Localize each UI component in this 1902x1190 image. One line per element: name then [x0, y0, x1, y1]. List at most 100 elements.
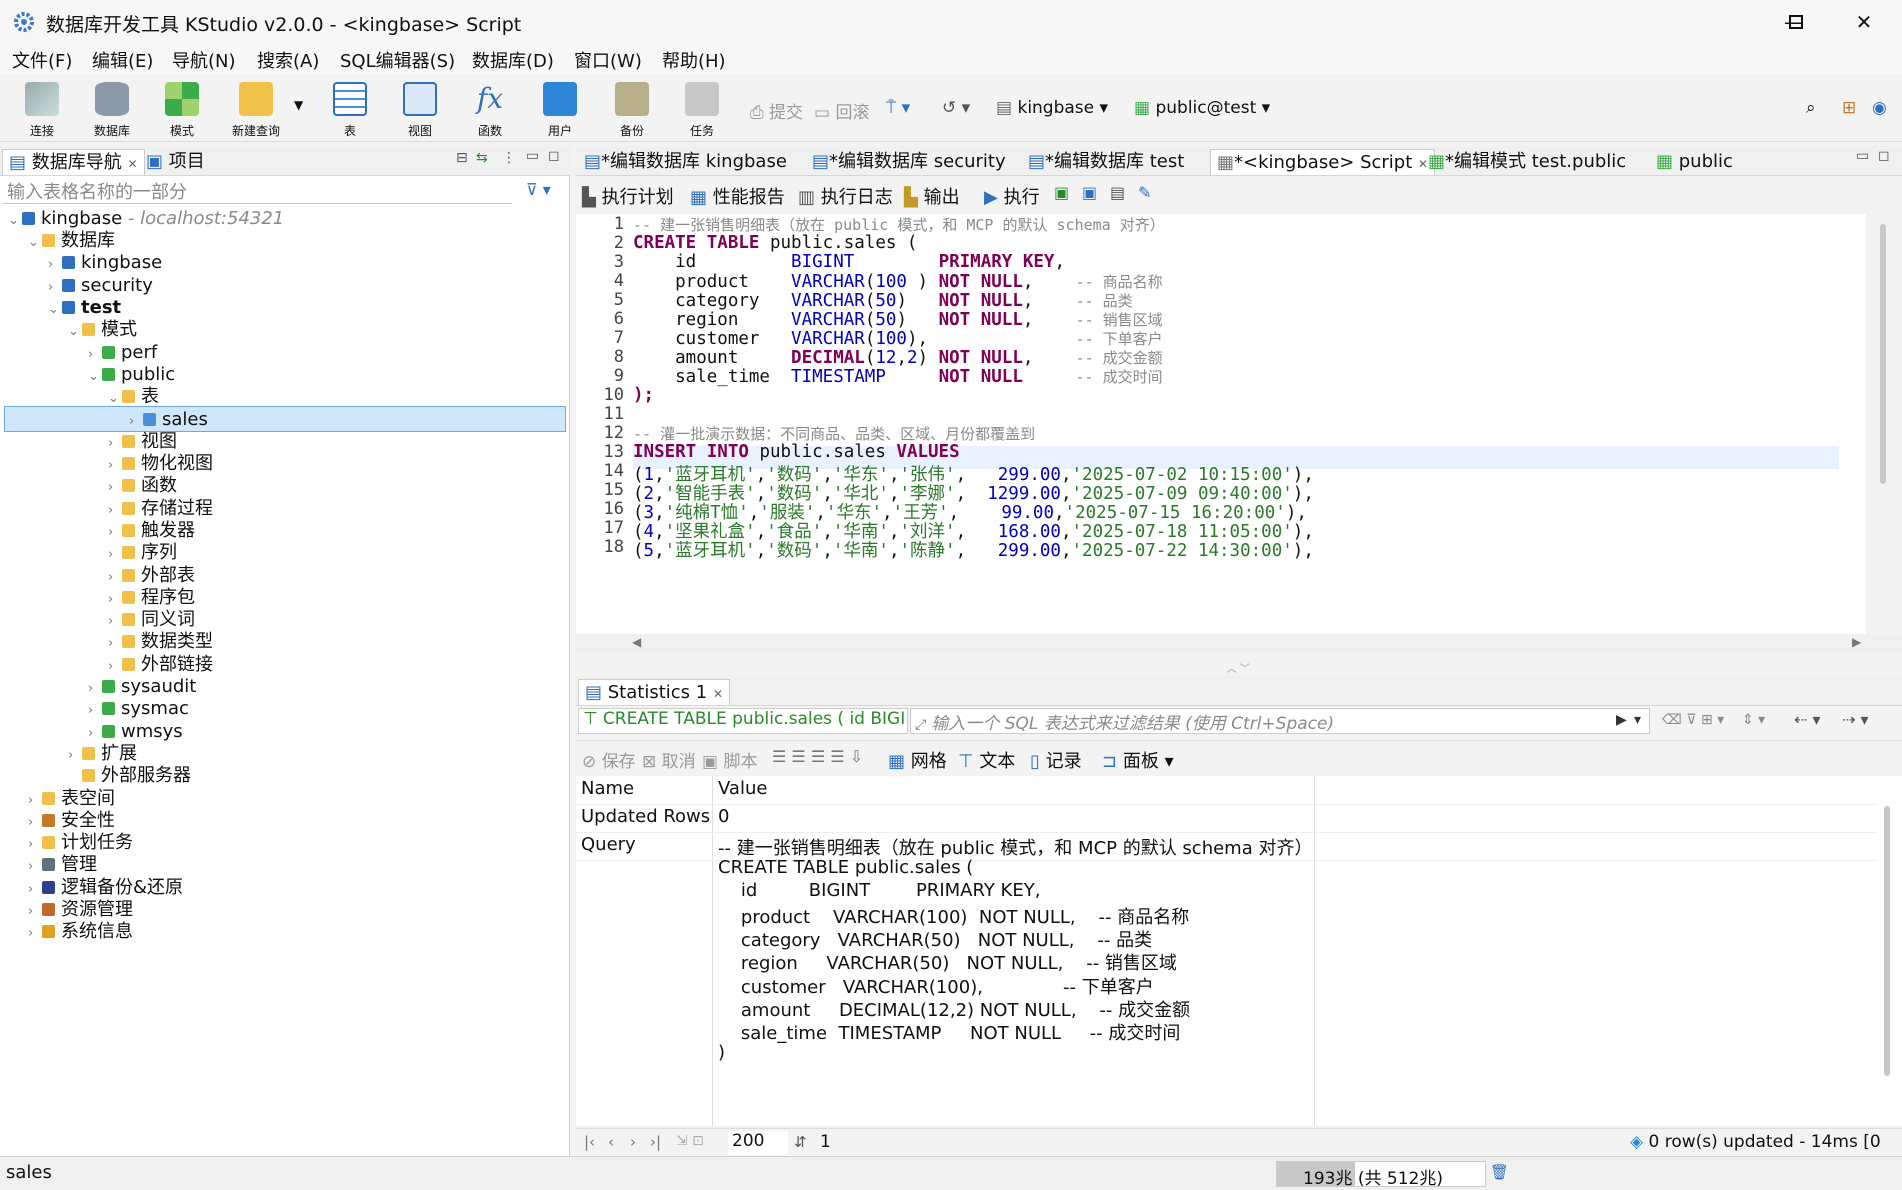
garbage-collect-icon[interactable]: 🗑	[1490, 1163, 1509, 1181]
forward-icon[interactable]: ⇢ ▾	[1842, 710, 1869, 729]
table-filter-input[interactable]: 输入表格名称的一部分	[2, 178, 512, 204]
prev-page-icon[interactable]: ‹	[608, 1133, 614, 1151]
cell-name[interactable]: Updated Rows	[581, 806, 710, 827]
code-line[interactable]: id BIGINT PRIMARY KEY,	[633, 252, 1065, 272]
code-line[interactable]: product VARCHAR(100 ) NOT NULL, -- 商品名称	[633, 271, 1163, 292]
menu-edit[interactable]: 编辑(E)	[92, 47, 153, 73]
tab-edit-db-kingbase[interactable]: ▤*编辑数据库 kingbase	[578, 149, 793, 175]
table-button[interactable]: 表	[320, 80, 380, 140]
backup-button[interactable]: 备份	[602, 80, 662, 140]
editor-vertical-scrollbar[interactable]	[1880, 224, 1886, 484]
tab-project[interactable]: ▣ 项目	[140, 149, 211, 175]
query-preview[interactable]: ⊤ CREATE TABLE public.sales ( id BIGI	[578, 708, 908, 734]
new-script-icon[interactable]: ▣	[1082, 183, 1097, 202]
history-button[interactable]: ↺ ▾	[942, 98, 970, 118]
schema-button[interactable]: 模式	[152, 80, 212, 140]
link-editor-icon[interactable]: ⇆	[476, 150, 488, 166]
format-icon[interactable]: ▤	[1110, 183, 1125, 202]
sql-editor[interactable]: 1 -- 建一张销售明细表（放在 public 模式，和 MCP 的默认 sche…	[576, 214, 1902, 654]
schema-selector[interactable]: ▦ public@test ▾	[1134, 98, 1270, 118]
first-page-icon[interactable]: |‹	[584, 1133, 595, 1151]
refresh-icon[interactable]: ⇵	[794, 1133, 807, 1151]
apply-filter-icon[interactable]: ▶	[1616, 712, 1627, 728]
code-line[interactable]: amount DECIMAL(12,2) NOT NULL, -- 成交金额	[633, 347, 1163, 368]
chevron-down-icon[interactable]: ⌄	[68, 319, 82, 345]
menu-search[interactable]: 搜索(A)	[257, 47, 319, 73]
save-button[interactable]: ⊘ 保存	[582, 747, 636, 772]
editor-horizontal-scrollbar[interactable]: ◀ ▶	[576, 634, 1902, 654]
scroll-right-icon[interactable]: ▶	[1852, 635, 1861, 649]
perspective-icon[interactable]: ⊞	[1842, 98, 1856, 118]
execution-log-button[interactable]: ▥ 执行日志	[798, 183, 893, 209]
new-query-dropdown-icon[interactable]: ▼	[294, 98, 303, 112]
transaction-mode-button[interactable]: ⍑ ▾	[886, 98, 910, 118]
code-line[interactable]: INSERT INTO public.sales VALUES	[633, 442, 960, 462]
tab-database-navigator[interactable]: ▤ 数据库导航 ✕	[2, 149, 145, 175]
menu-help[interactable]: 帮助(H)	[662, 47, 726, 73]
menu-window[interactable]: 窗口(W)	[574, 47, 642, 73]
scroll-left-icon[interactable]: ◀	[632, 635, 641, 649]
execute-button[interactable]: ▶ 执行	[984, 183, 1040, 209]
chevron-down-icon[interactable]: ⌄	[28, 230, 42, 256]
connection-selector[interactable]: ▤ kingbase ▾	[996, 98, 1108, 118]
minimize-editor-icon[interactable]: ▭	[1856, 148, 1869, 164]
view-button[interactable]: 视图	[390, 80, 450, 140]
menu-database[interactable]: 数据库(D)	[472, 47, 554, 73]
filter-icon[interactable]: ⊽ ▾	[526, 180, 551, 199]
tab-edit-db-security[interactable]: ▤*编辑数据库 security	[806, 149, 1012, 175]
cell-value[interactable]: 0	[718, 806, 729, 827]
results-vertical-scrollbar[interactable]	[1884, 806, 1890, 1076]
memory-usage[interactable]: 193兆 (共 512兆)	[1276, 1161, 1486, 1189]
commit-button[interactable]: ⎙ 提交	[750, 98, 803, 123]
tab-kingbase-script[interactable]: ▦*<kingbase> Script ✕	[1210, 149, 1436, 175]
code-line[interactable]: CREATE TABLE public.sales (	[633, 233, 917, 253]
result-filter-input[interactable]: ⤢ 输入一个 SQL 表达式来过滤结果 (使用 Ctrl+Space)	[910, 708, 1650, 734]
code-line[interactable]: (5,'蓝牙耳机','数码','华南','陈静', 299.00,'2025-0…	[633, 537, 1314, 562]
grid-view-button[interactable]: ▦ 网格	[888, 747, 947, 773]
code-line[interactable]: region VARCHAR(50) NOT NULL, -- 销售区域	[633, 309, 1163, 330]
code-line[interactable]: category VARCHAR(50) NOT NULL, -- 品类	[633, 290, 1133, 311]
panel-view-button[interactable]: ⊐ 面板 ▾	[1102, 747, 1174, 773]
cell-name[interactable]: Query	[581, 834, 636, 855]
filter-history-icon[interactable]: ▾	[1634, 712, 1641, 728]
header-value[interactable]: Value	[718, 778, 767, 799]
performance-report-button[interactable]: ▦ 性能报告	[690, 183, 785, 209]
maximize-editor-icon[interactable]: ◻	[1878, 148, 1890, 164]
splitter-handle-icon[interactable]: ︿ ﹀	[1208, 660, 1268, 675]
chevron-down-icon[interactable]: ⌄	[88, 364, 102, 390]
row-edit-icons[interactable]: ☰ ☰ ☰ ☰ ⇩	[772, 747, 863, 766]
task-button[interactable]: 任务	[672, 80, 732, 140]
tab-public[interactable]: ▦ public	[1650, 149, 1739, 175]
code-line[interactable]: sale_time TIMESTAMP NOT NULL -- 成交时间	[633, 366, 1162, 387]
execute-script-icon[interactable]: ▣	[1054, 183, 1069, 202]
code-line[interactable]: customer VARCHAR(100), -- 下单客户	[633, 328, 1163, 349]
close-window-button[interactable]: ✕	[1840, 6, 1888, 38]
last-page-icon[interactable]: ›|	[650, 1133, 661, 1151]
menu-file[interactable]: 文件(F)	[12, 47, 72, 73]
fetch-icons[interactable]: ⇲ ⊡	[676, 1133, 704, 1149]
view-menu-icon[interactable]: ⋮	[502, 150, 516, 166]
text-view-button[interactable]: ⊤ 文本	[958, 747, 1015, 773]
chevron-right-icon[interactable]: ›	[28, 921, 42, 947]
fetch-size-input[interactable]: 200	[728, 1131, 788, 1155]
close-icon[interactable]: ✕	[713, 687, 723, 701]
sort-icon[interactable]: ⇕ ▾	[1742, 712, 1765, 728]
tree-item[interactable]: › 系统信息	[28, 919, 133, 945]
collapse-all-icon[interactable]: ⊟	[456, 150, 468, 166]
new-query-button[interactable]: 新建查询	[226, 80, 286, 140]
maximize-panel-icon[interactable]: ◻	[548, 148, 560, 164]
next-page-icon[interactable]: ›	[630, 1133, 636, 1151]
tab-statistics-1[interactable]: ▤ Statistics 1 ✕	[578, 679, 731, 705]
explain-plan-button[interactable]: ▙ 执行计划	[582, 183, 674, 209]
menu-navigate[interactable]: 导航(N)	[172, 47, 236, 73]
rollback-button[interactable]: ▭ 回滚	[814, 98, 869, 123]
script-button[interactable]: ▣ 脚本	[702, 747, 757, 772]
connect-button[interactable]: 连接	[12, 80, 72, 140]
header-name[interactable]: Name	[581, 778, 634, 799]
tree-item[interactable]: › sales	[4, 406, 566, 433]
output-button[interactable]: ▙ 输出	[904, 183, 960, 209]
code-line[interactable]: -- 灌一批演示数据：不同商品、品类、区域、月份都覆盖到	[633, 423, 1035, 444]
database-button[interactable]: 数据库	[82, 80, 142, 140]
tab-edit-schema-test-public[interactable]: ▦*编辑模式 test.public	[1422, 149, 1632, 175]
clear-filter-icon[interactable]: ⌫ ⊽ ⊞ ▾	[1662, 712, 1724, 728]
